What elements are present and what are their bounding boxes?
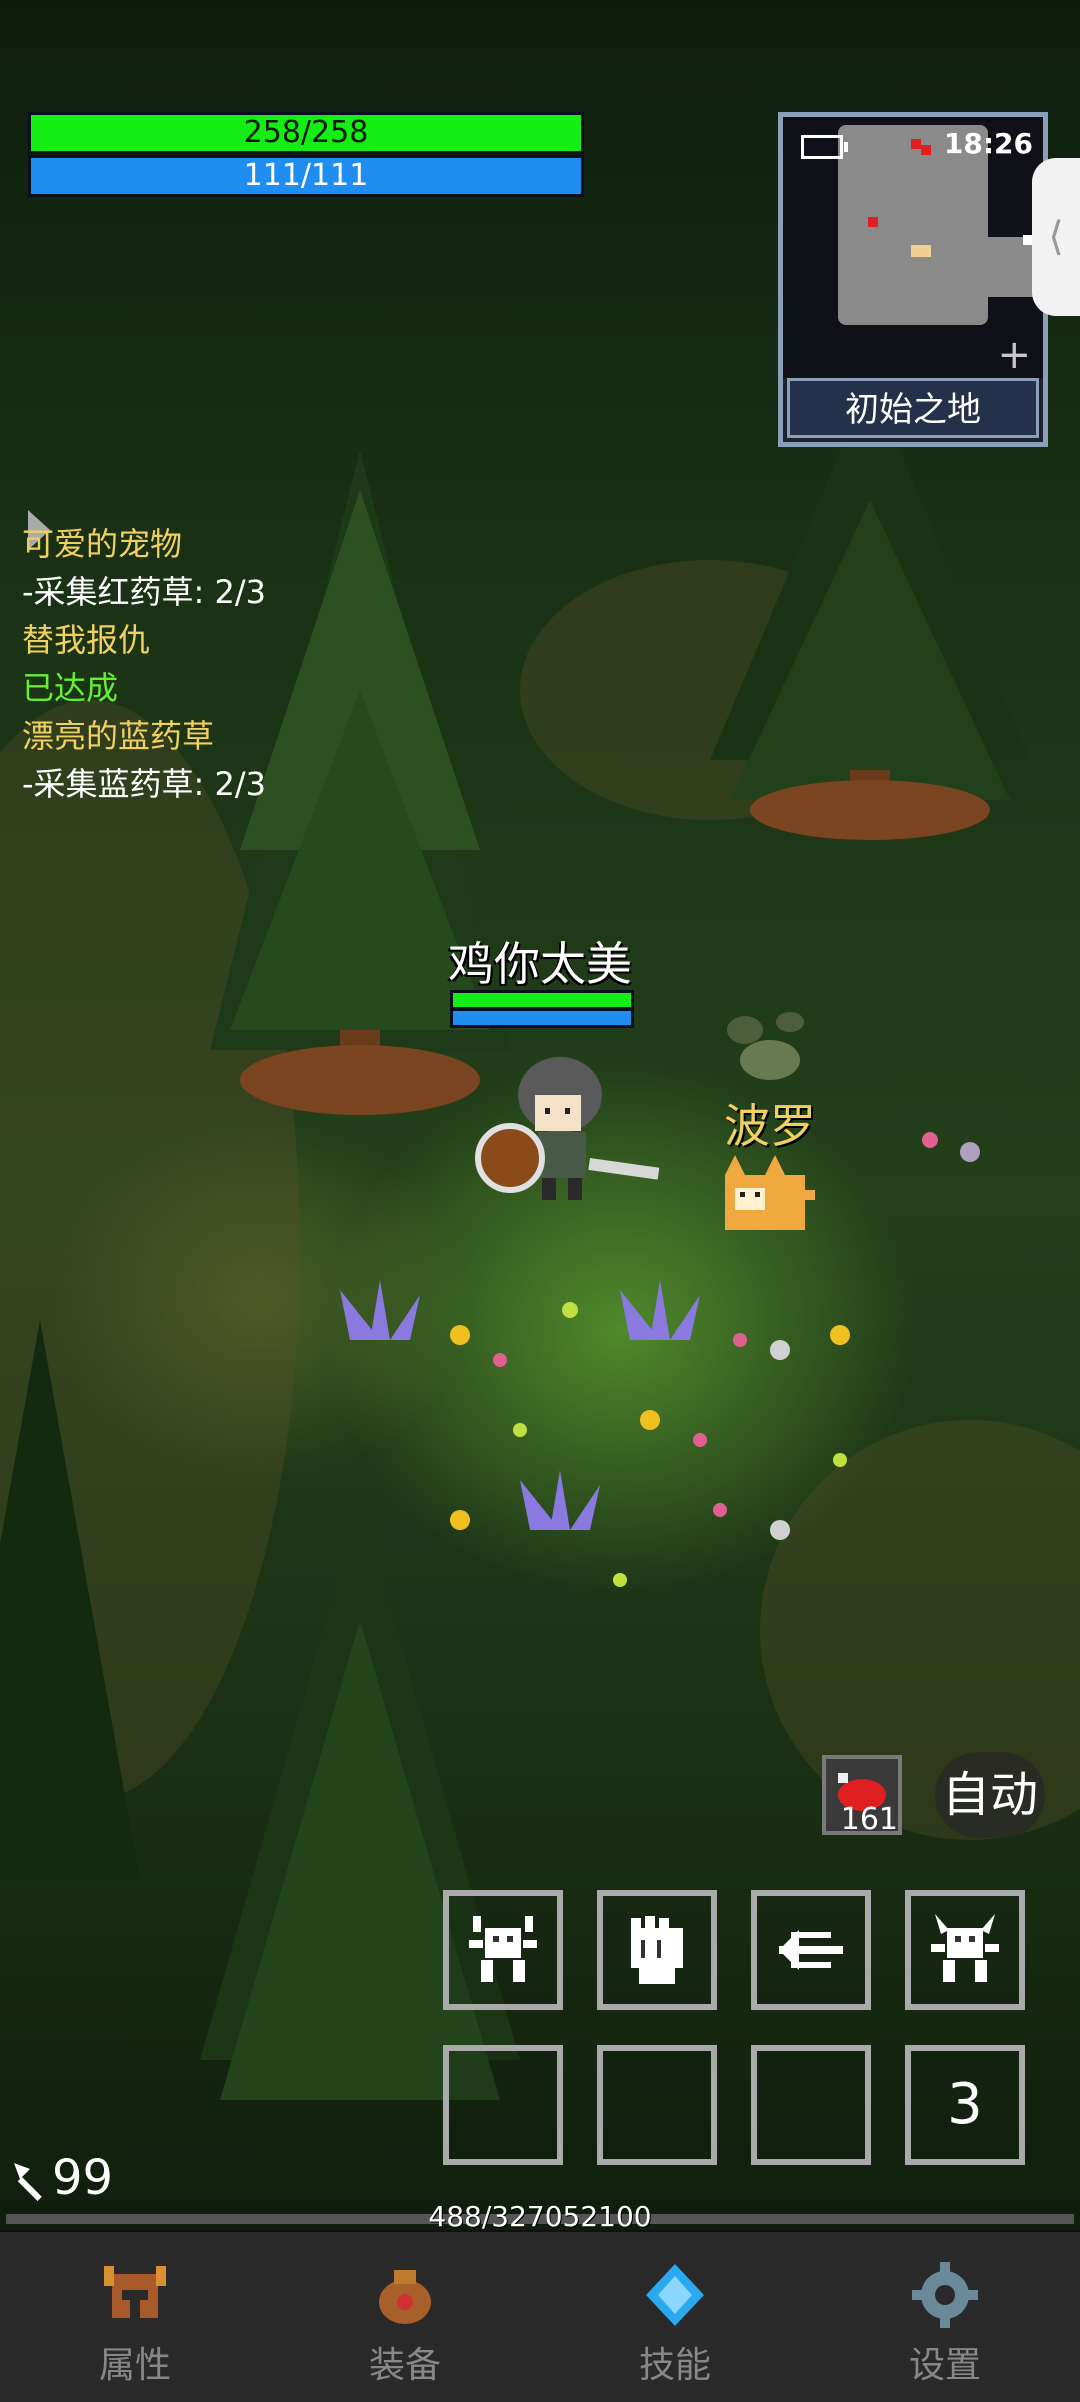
helmet-icon <box>104 2266 166 2318</box>
quest-tracker[interactable]: 可爱的宠物 -采集红药草: 2/3 替我报仇 已达成 漂亮的蓝药草 -采集蓝药草… <box>22 520 266 808</box>
pine-tree <box>710 380 1030 840</box>
mp-bar: 111/111 <box>28 155 584 197</box>
meat-icon[interactable]: 161 <box>822 1755 902 1837</box>
demon-skill-icon <box>931 1914 999 1982</box>
player-marker <box>911 245 931 257</box>
currency-value: 99 <box>52 2150 114 2206</box>
skill-slot-1[interactable] <box>443 1890 563 2010</box>
nav-skills[interactable]: 技能 <box>540 2232 810 2402</box>
minimap[interactable]: 18:26 + 初始之地 <box>778 112 1048 447</box>
nav-label: 设置 <box>908 2345 981 2386</box>
bottom-nav: 属性 装备 技能 设置 <box>0 2230 1080 2402</box>
player-name: 鸡你太美 <box>448 937 632 991</box>
player-mp-bar <box>450 1008 634 1028</box>
quest-detail: 已达成 <box>22 669 119 707</box>
nav-settings[interactable]: 设置 <box>810 2232 1080 2402</box>
explored-region <box>948 237 1043 297</box>
battery-icon <box>801 135 848 159</box>
skill-slot-6[interactable] <box>597 2045 717 2165</box>
skill-slot-7[interactable] <box>751 2045 871 2165</box>
quest-detail: -采集红药草: 2/3 <box>22 573 267 611</box>
skill-slot-2[interactable] <box>597 1890 717 2010</box>
currency-display: 99 <box>12 2150 113 2206</box>
pet-cat[interactable] <box>710 1150 820 1245</box>
skill-page-number: 3 <box>947 2072 983 2137</box>
flower-patch <box>340 1280 850 1587</box>
beast-skill-icon <box>469 1916 537 1982</box>
nav-equipment[interactable]: 装备 <box>270 2232 540 2402</box>
clock: 18:26 <box>943 127 1033 160</box>
xp-text: 488/327052100 <box>428 2200 652 2233</box>
quest-title[interactable]: 可爱的宠物 <box>22 520 266 568</box>
gem-icon <box>646 2264 704 2326</box>
location-name: 初始之地 <box>787 378 1039 438</box>
auto-battle-button[interactable]: 自动 <box>935 1752 1045 1838</box>
quest-detail: -采集蓝药草: 2/3 <box>22 765 267 803</box>
plus-icon[interactable]: + <box>997 335 1031 375</box>
rock-cluster <box>727 1012 804 1080</box>
chevron-left-icon[interactable]: ⟨ <box>1032 158 1080 316</box>
sword-cursor-icon <box>14 2163 42 2202</box>
nav-attributes[interactable]: 属性 <box>0 2232 270 2402</box>
quest-title[interactable]: 漂亮的蓝药草 <box>22 712 266 760</box>
nav-label: 技能 <box>638 2345 711 2386</box>
hp-text: 258/258 <box>243 115 369 150</box>
flower-patch <box>922 1132 980 1162</box>
skill-slot-3[interactable] <box>751 1890 871 2010</box>
skill-slot-5[interactable] <box>443 2045 563 2165</box>
player-character[interactable] <box>450 1040 660 1210</box>
consumable-count: 161 <box>840 1802 898 1837</box>
player-hp-bar <box>450 990 634 1010</box>
enemy-marker <box>911 139 921 149</box>
minimap-view[interactable]: 18:26 + <box>783 117 1043 379</box>
enemy-marker <box>868 217 878 227</box>
dash-skill-icon <box>779 1930 843 1970</box>
quest-title[interactable]: 替我报仇 <box>22 616 266 664</box>
pine-tree <box>0 1320 140 1880</box>
pet-name: 波罗 <box>724 1099 816 1153</box>
enemy-marker <box>921 145 931 155</box>
fist-skill-icon <box>631 1916 683 1984</box>
nav-label: 属性 <box>98 2345 171 2386</box>
hp-bar: 258/258 <box>28 112 584 154</box>
skill-slot-4[interactable] <box>905 1890 1025 2010</box>
gear-icon <box>912 2262 978 2328</box>
skill-page-button[interactable]: 3 <box>905 2045 1025 2165</box>
nav-label: 装备 <box>368 2345 441 2386</box>
bag-icon <box>379 2270 431 2324</box>
mp-text: 111/111 <box>243 158 369 193</box>
